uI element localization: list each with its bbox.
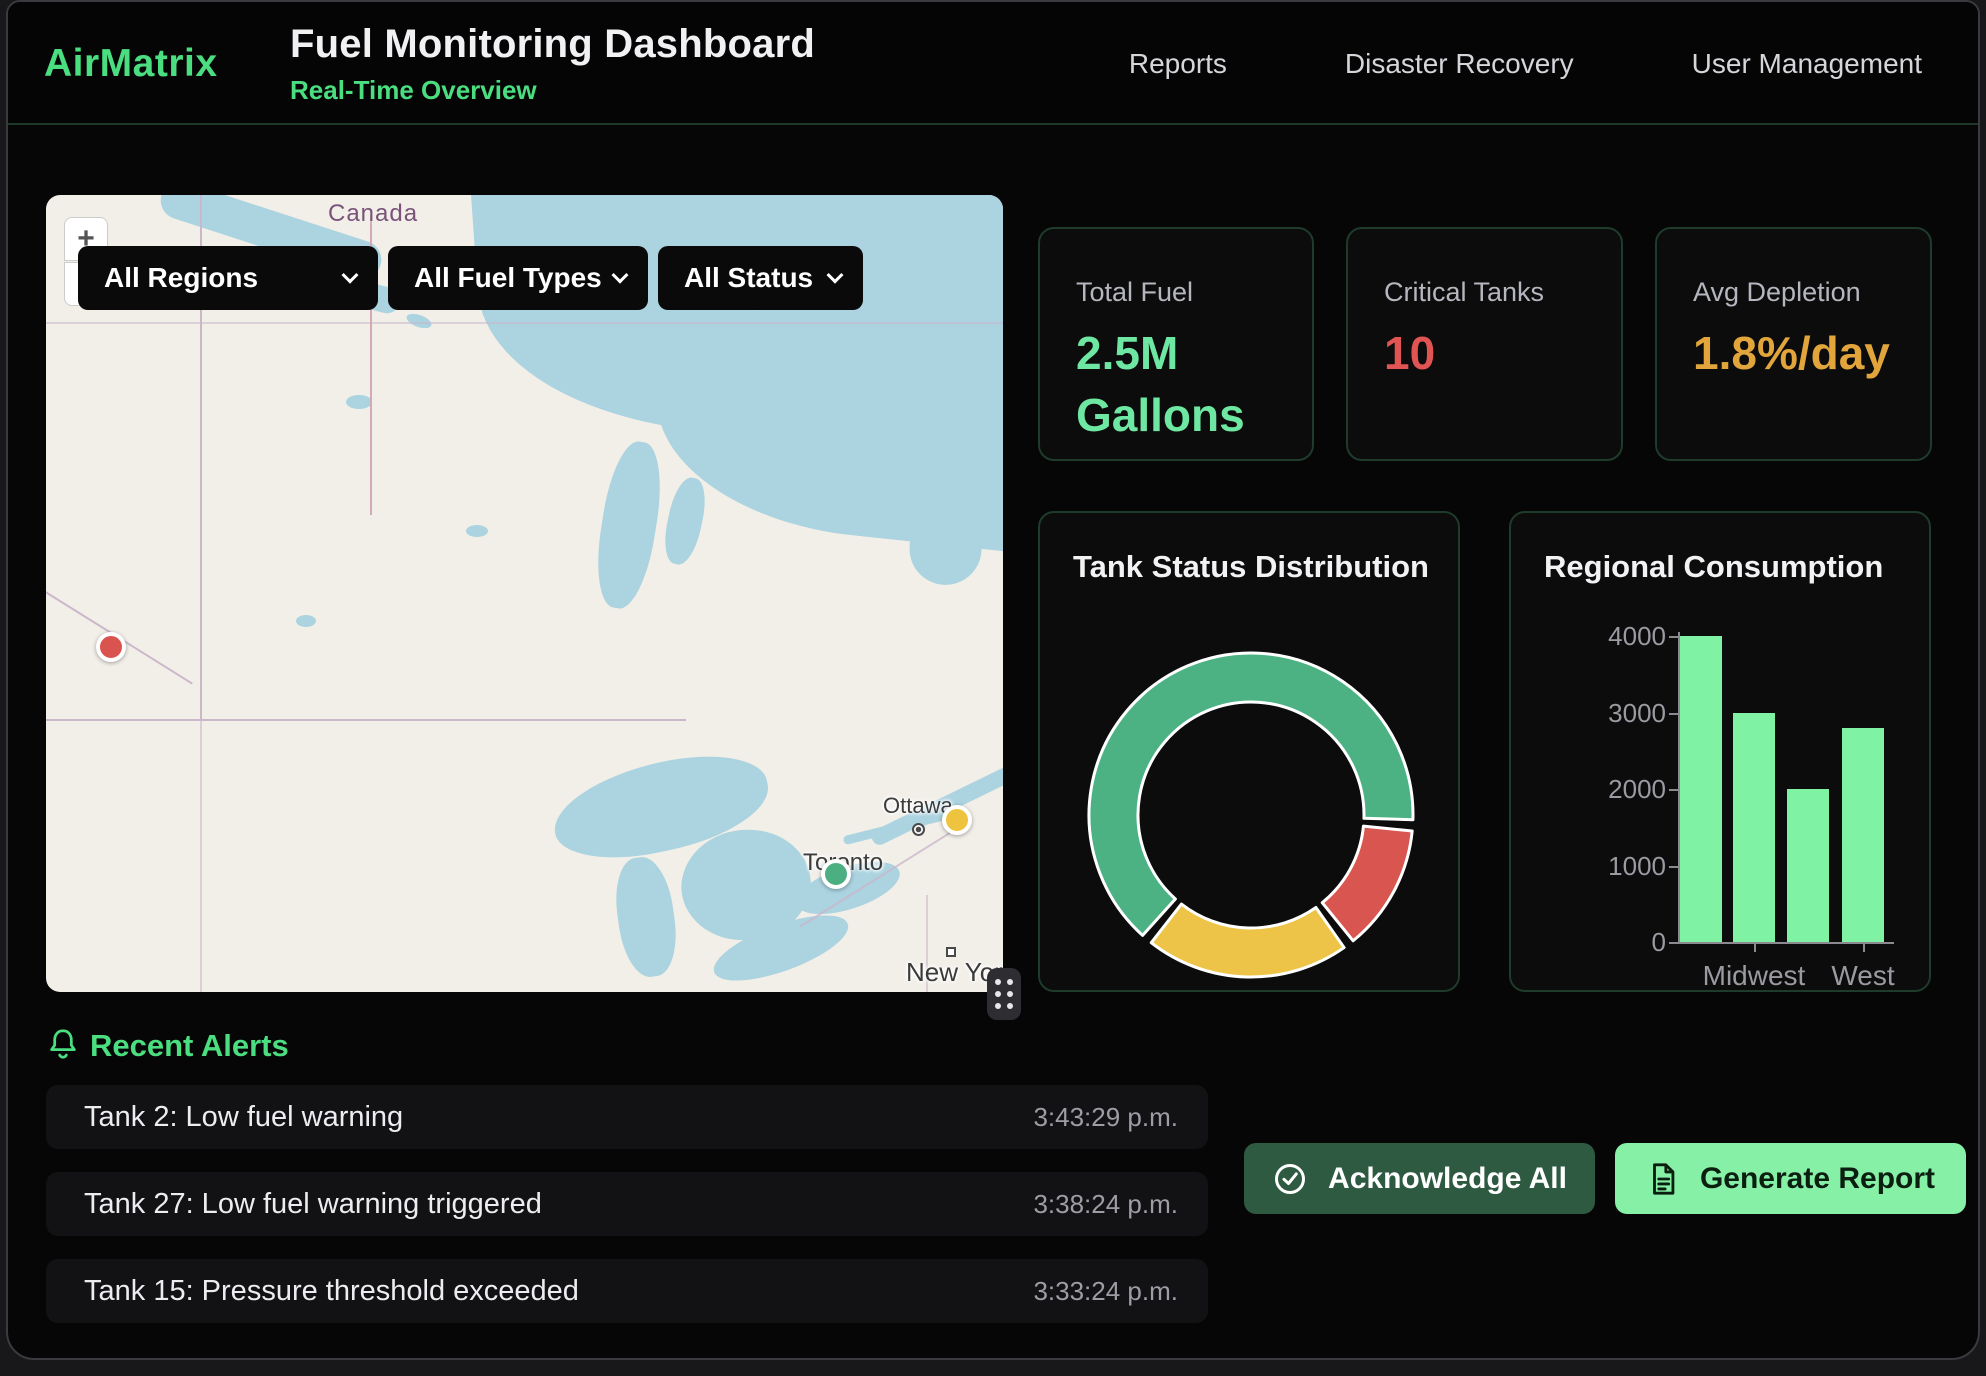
lake-michigan — [610, 854, 682, 981]
stat-label: Total Fuel — [1076, 277, 1312, 308]
james-bay — [907, 383, 993, 588]
title-block: Fuel Monitoring Dashboard Real-Time Over… — [290, 22, 815, 106]
map-resize-grip[interactable] — [987, 968, 1021, 1020]
tank-marker-critical[interactable] — [96, 632, 126, 662]
brand-logo: AirMatrix — [44, 42, 218, 86]
bar-region-4[interactable] — [1842, 728, 1884, 942]
acknowledge-all-label: Acknowledge All — [1328, 1162, 1567, 1196]
alert-row[interactable]: Tank 15: Pressure threshold exceeded 3:33… — [46, 1259, 1208, 1323]
border-us-49th — [46, 719, 686, 721]
filter-label: All Status — [684, 262, 813, 294]
y-tick-label: 3000 — [1546, 698, 1666, 729]
check-circle-icon — [1272, 1161, 1308, 1197]
alert-message: Tank 15: Pressure threshold exceeded — [84, 1275, 579, 1308]
y-tick-label: 4000 — [1546, 621, 1666, 652]
stat-value: 10 — [1384, 322, 1584, 384]
y-tick — [1669, 713, 1678, 715]
lake-winnipeg — [589, 438, 669, 612]
dashboard-window: AirMatrix Fuel Monitoring Dashboard Real… — [6, 0, 1980, 1360]
y-tick-label: 1000 — [1546, 851, 1666, 882]
small-lake-4 — [405, 311, 434, 331]
newyork-town-square — [946, 947, 956, 957]
x-tick — [1754, 944, 1756, 952]
filter-label: All Regions — [104, 262, 258, 294]
bell-icon — [46, 1028, 80, 1064]
main-nav: Reports Disaster Recovery User Management — [1129, 2, 1922, 125]
bar-region-1[interactable] — [1680, 636, 1722, 942]
stat-card-critical-tanks: Critical Tanks 10 — [1346, 227, 1623, 461]
donut-segment-warning[interactable] — [1151, 904, 1344, 977]
bar-region-2[interactable] — [1733, 713, 1775, 943]
map-canvas[interactable]: Canada Ottawa Toronto New York + − All R… — [46, 195, 1003, 992]
donut-segment-critical[interactable] — [1322, 826, 1412, 941]
small-lake-1 — [346, 395, 372, 409]
stat-card-avg-depletion: Avg Depletion 1.8%/day — [1655, 227, 1932, 461]
lake-manitoba — [659, 474, 711, 567]
stat-card-total-fuel: Total Fuel 2.5M Gallons — [1038, 227, 1314, 461]
ottawa-town-dot — [912, 823, 925, 836]
nav-item-reports[interactable]: Reports — [1129, 48, 1227, 80]
chevron-down-icon — [342, 267, 359, 284]
generate-report-label: Generate Report — [1700, 1162, 1935, 1196]
alert-timestamp: 3:43:29 p.m. — [1033, 1102, 1178, 1133]
screen: AirMatrix Fuel Monitoring Dashboard Real… — [0, 0, 1986, 1376]
y-tick — [1669, 636, 1678, 638]
tank-status-title: Tank Status Distribution — [1073, 549, 1429, 585]
regional-consumption-card: Regional Consumption 01000200030004000Mi… — [1509, 511, 1931, 992]
y-tick — [1669, 942, 1678, 944]
filter-label: All Fuel Types — [414, 262, 602, 294]
alert-row[interactable]: Tank 27: Low fuel warning triggered 3:38:… — [46, 1172, 1208, 1236]
alert-row[interactable]: Tank 2: Low fuel warning 3:43:29 p.m. — [46, 1085, 1208, 1149]
stat-label: Critical Tanks — [1384, 277, 1621, 308]
recent-alerts-title: Recent Alerts — [90, 1028, 289, 1064]
small-lake-3 — [296, 615, 316, 627]
chevron-down-icon — [612, 267, 629, 284]
header: AirMatrix Fuel Monitoring Dashboard Real… — [8, 2, 1978, 125]
filter-dropdown-all-regions[interactable]: All Regions — [78, 246, 378, 310]
alert-timestamp: 3:38:24 p.m. — [1033, 1189, 1178, 1220]
tank-marker-normal[interactable] — [821, 859, 851, 889]
nav-item-disaster-recovery[interactable]: Disaster Recovery — [1345, 48, 1574, 80]
chevron-down-icon — [827, 267, 844, 284]
x-axis — [1678, 942, 1894, 944]
border-state-1 — [200, 719, 202, 992]
stat-value: 1.8%/day — [1693, 322, 1893, 384]
filter-dropdown-all-fuel-types[interactable]: All Fuel Types — [388, 246, 648, 310]
x-tick-label-west: West — [1793, 960, 1931, 992]
bar-region-3[interactable] — [1787, 789, 1829, 942]
alert-timestamp: 3:33:24 p.m. — [1033, 1276, 1178, 1307]
report-document-icon — [1646, 1162, 1680, 1196]
y-tick-label: 2000 — [1546, 774, 1666, 805]
map-label-canada: Canada — [328, 200, 418, 228]
nav-item-user-management[interactable]: User Management — [1692, 48, 1922, 80]
stat-label: Avg Depletion — [1693, 277, 1930, 308]
page-title: Fuel Monitoring Dashboard — [290, 22, 815, 67]
regional-consumption-bar-chart[interactable]: 01000200030004000MidwestWest — [1511, 513, 1931, 992]
alert-message: Tank 27: Low fuel warning triggered — [84, 1188, 542, 1221]
filter-dropdown-all-status[interactable]: All Status — [658, 246, 863, 310]
acknowledge-all-button[interactable]: Acknowledge All — [1244, 1143, 1595, 1214]
alert-message: Tank 2: Low fuel warning — [84, 1101, 403, 1134]
page-subtitle: Real-Time Overview — [290, 75, 815, 106]
stat-value: 2.5M Gallons — [1076, 322, 1276, 446]
border-60th-parallel — [46, 322, 1003, 324]
y-tick — [1669, 866, 1678, 868]
small-lake-2 — [466, 525, 488, 537]
x-tick — [1863, 944, 1865, 952]
tank-marker-warning[interactable] — [942, 805, 972, 835]
tank-status-card: Tank Status Distribution — [1038, 511, 1460, 992]
y-tick — [1669, 789, 1678, 791]
generate-report-button[interactable]: Generate Report — [1615, 1143, 1966, 1214]
y-tick-label: 0 — [1546, 927, 1666, 958]
